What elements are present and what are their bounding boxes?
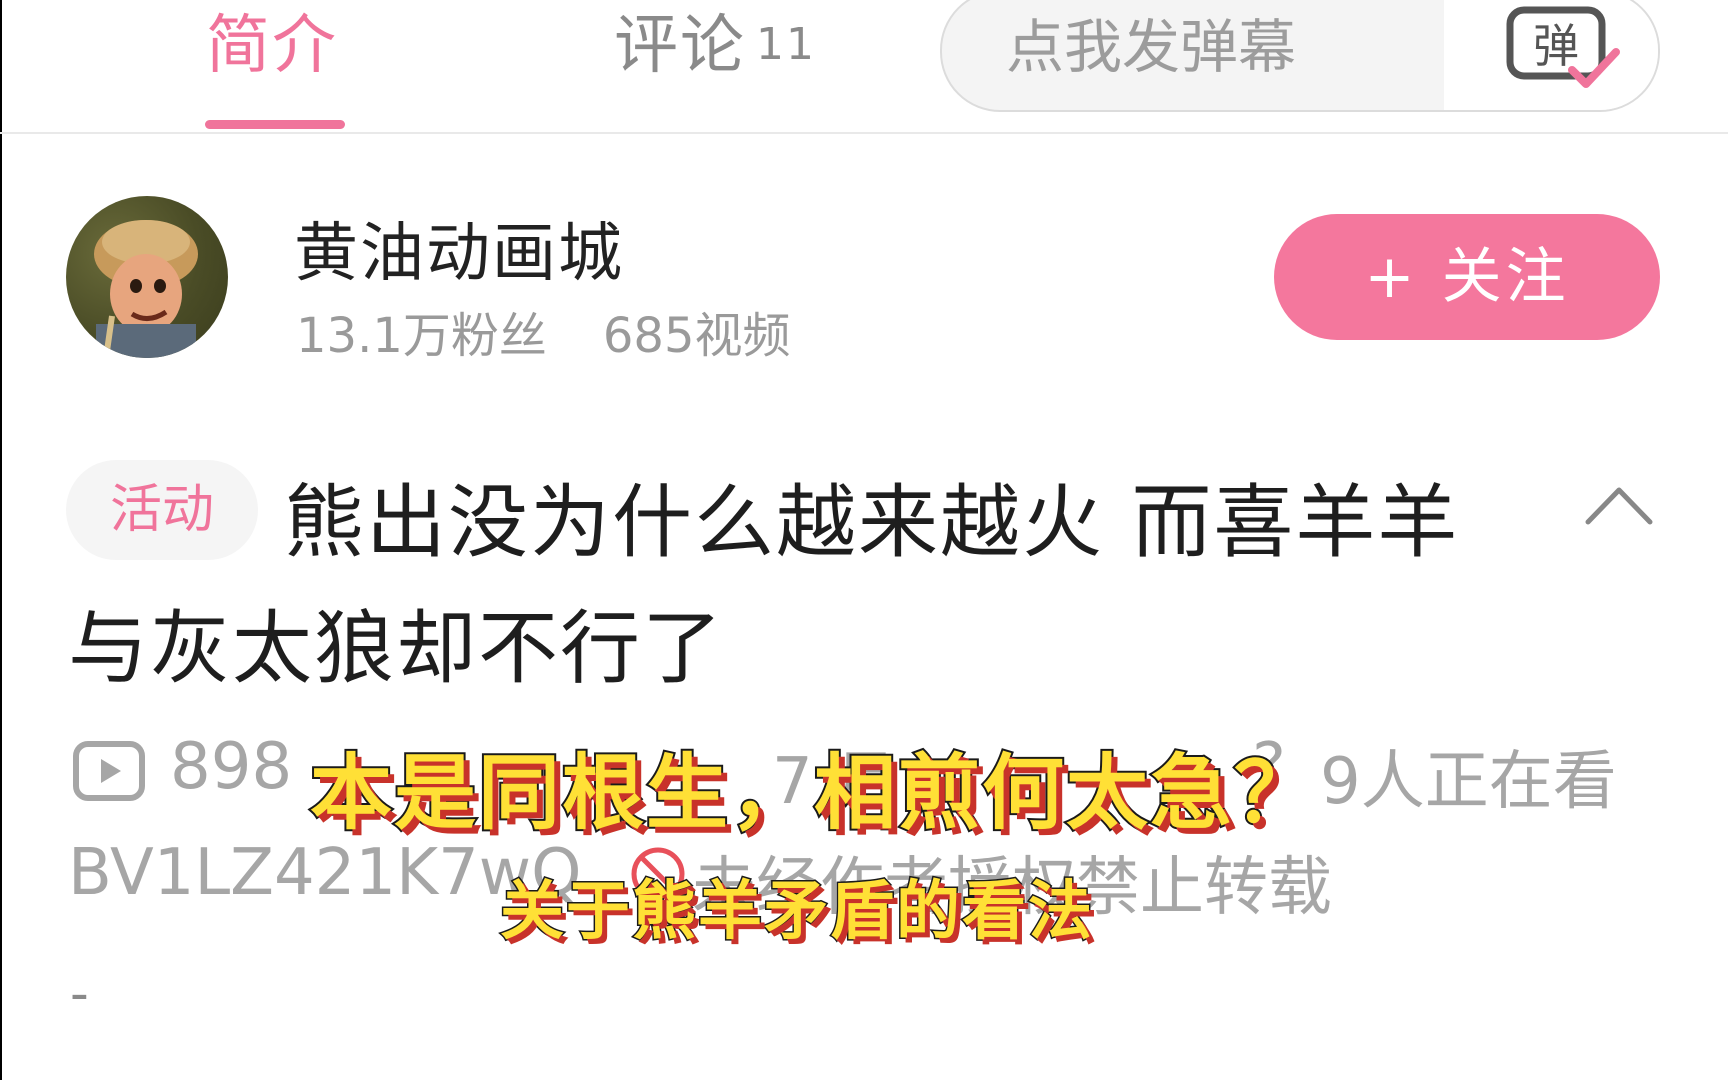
video-count: 685视频: [602, 308, 791, 364]
activity-badge[interactable]: 活动: [66, 460, 258, 560]
tab-intro[interactable]: 简介: [206, 0, 338, 86]
tab-comments[interactable]: 评论 11: [614, 0, 816, 86]
danmaku-icon: 弹: [1506, 6, 1620, 88]
svg-text:弹: 弹: [1533, 19, 1579, 73]
follower-count: 13.1万粉丝: [296, 308, 547, 364]
avatar-image: [94, 220, 198, 358]
video-title-line2: 与灰太狼却不行了: [68, 602, 724, 695]
view-count: 898: [170, 730, 293, 804]
tab-comments-label: 评论: [614, 9, 746, 83]
danmaku-toggle-button[interactable]: 弹: [1444, 0, 1658, 110]
uploader-name[interactable]: 黄油动画城: [294, 202, 624, 294]
video-title-line1: 熊出没为什么越来越火 而喜羊羊: [284, 476, 1460, 569]
uploader-stats: 13.1万粉丝 685视频: [296, 296, 791, 366]
subtitle-main: 本是同根生，相煎何太急？: [308, 744, 1319, 843]
play-icon: [73, 741, 145, 801]
avatar[interactable]: [66, 196, 228, 358]
danmaku-placeholder: 点我发弹幕: [1006, 13, 1297, 81]
window-edge: [0, 0, 2, 1080]
chevron-up-icon[interactable]: [1584, 484, 1654, 528]
comments-count: 11: [756, 19, 816, 70]
follow-button[interactable]: + 关注: [1274, 214, 1660, 340]
active-tab-indicator: [205, 120, 345, 129]
subtitle-secondary: 关于熊羊矛盾的看法: [499, 874, 1094, 951]
danmaku-input[interactable]: 点我发弹幕 弹: [940, 0, 1660, 112]
video-description: -: [70, 964, 89, 1024]
watching-count: 9人正在看: [1320, 745, 1617, 819]
tab-bar: 简介 评论 11 点我发弹幕 弹: [0, 0, 1728, 134]
